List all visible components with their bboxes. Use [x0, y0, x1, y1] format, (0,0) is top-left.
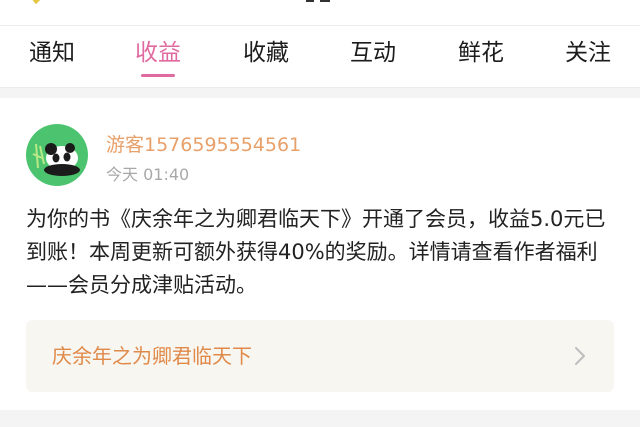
tab-follows[interactable]: 关注 — [548, 26, 628, 88]
tab-favorites[interactable]: 收藏 — [226, 26, 306, 88]
panda-avatar-icon[interactable] — [26, 124, 88, 186]
tab-earnings[interactable]: 收益 — [118, 26, 198, 88]
title-fragment — [306, 0, 330, 2]
notification-message: 为你的书《庆余年之为卿君临天下》开通了会员，收益5.0元已到账！本周更新可额外获… — [26, 207, 606, 297]
username[interactable]: 游客1576595554561 — [106, 130, 301, 157]
tab-notifications[interactable]: 通知 — [12, 26, 92, 88]
book-link-card[interactable]: 庆余年之为卿君临天下 — [26, 320, 614, 392]
timestamp: 今天 01:40 — [106, 165, 190, 184]
back-arrow-icon[interactable] — [26, 0, 46, 8]
watermark: pics — [5, 390, 42, 411]
active-tab-indicator — [141, 74, 175, 77]
tab-interactions[interactable]: 互动 — [333, 26, 413, 88]
tab-bar: 通知 收益 收藏 互动 鲜花 关注 — [0, 26, 640, 88]
chevron-right-icon — [575, 347, 585, 365]
book-title: 庆余年之为卿君临天下 — [52, 344, 252, 368]
top-bar — [0, 0, 640, 26]
tab-flowers[interactable]: 鲜花 — [441, 26, 521, 88]
